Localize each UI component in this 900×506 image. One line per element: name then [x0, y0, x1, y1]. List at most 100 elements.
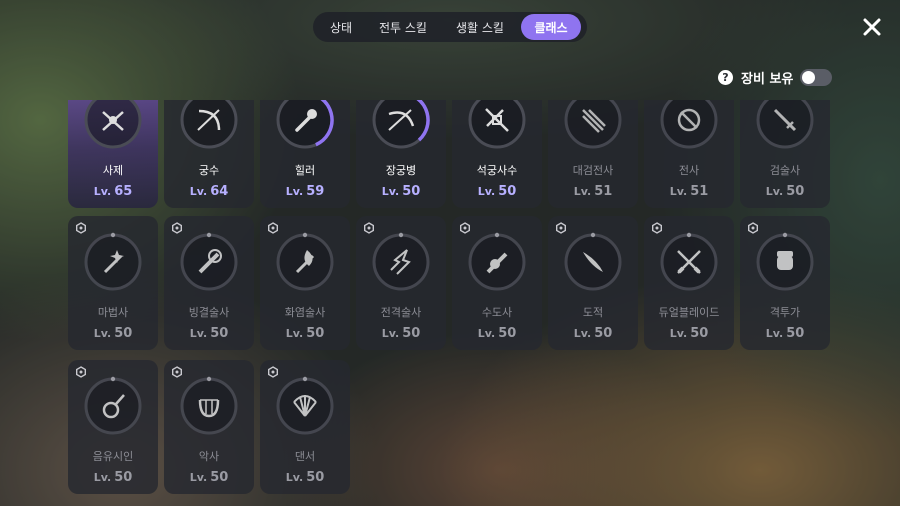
class-level: Lv. 50	[740, 326, 830, 341]
class-card[interactable]: 듀얼블레이드 Lv. 50	[644, 216, 734, 350]
class-level: Lv. 50	[260, 470, 350, 485]
class-name: 듀얼블레이드	[658, 306, 720, 319]
class-card[interactable]: 대검전사 Lv. 51	[548, 100, 638, 208]
class-card[interactable]: 궁수 Lv. 64	[164, 100, 254, 208]
class-level: Lv. 50	[452, 184, 542, 199]
class-name: 수도사	[481, 306, 513, 319]
class-name: 대검전사	[572, 164, 614, 177]
level-value: 50	[786, 184, 805, 199]
tab-life-skills[interactable]: 생활 스킬	[439, 14, 521, 40]
class-name: 댄서	[294, 450, 316, 463]
class-level: Lv. 50	[68, 470, 158, 485]
class-card[interactable]: 화염술사 Lv. 50	[260, 216, 350, 350]
class-name: 도적	[582, 306, 604, 319]
tab-bar: 상태 전투 스킬 생활 스킬 클래스	[313, 12, 587, 42]
fighter-icon	[756, 232, 814, 291]
level-value: 50	[498, 184, 517, 199]
level-prefix: Lv.	[477, 327, 496, 340]
class-card[interactable]: 수도사 Lv. 50	[452, 216, 542, 350]
ice-mage-icon	[180, 232, 238, 291]
class-name: 궁수	[198, 164, 220, 177]
class-card[interactable]: 음유시인 Lv. 50	[68, 360, 158, 494]
level-value: 50	[690, 326, 709, 341]
monk-icon	[468, 232, 526, 291]
class-card[interactable]: 격투가 Lv. 50	[740, 216, 830, 350]
level-prefix: Lv.	[93, 471, 112, 484]
class-level: Lv. 51	[548, 184, 638, 199]
tab-combat-skills[interactable]: 전투 스킬	[367, 14, 439, 40]
archer-icon	[180, 100, 238, 149]
class-card[interactable]: 도적 Lv. 50	[548, 216, 638, 350]
class-level: Lv. 59	[260, 184, 350, 199]
class-name: 석궁사수	[476, 164, 518, 177]
level-prefix: Lv.	[189, 327, 208, 340]
class-card[interactable]: 전사 Lv. 51	[644, 100, 734, 208]
level-prefix: Lv.	[765, 185, 784, 198]
warrior-icon	[660, 100, 718, 149]
equip-owned-label: 장비 보유	[741, 71, 794, 87]
level-prefix: Lv.	[285, 471, 304, 484]
class-name: 장궁병	[385, 164, 417, 177]
level-value: 64	[210, 184, 229, 199]
class-card[interactable]: 사제 Lv. 65	[68, 100, 158, 208]
level-value: 50	[210, 470, 229, 485]
level-prefix: Lv.	[669, 185, 688, 198]
fire-mage-icon	[276, 232, 334, 291]
class-level: Lv. 64	[164, 184, 254, 199]
lightning-mage-icon	[372, 232, 430, 291]
level-value: 51	[594, 184, 613, 199]
class-level: Lv. 50	[644, 326, 734, 341]
class-name: 빙결술사	[188, 306, 230, 319]
class-card[interactable]: 힐러 Lv. 59	[260, 100, 350, 208]
cleric-icon	[84, 100, 142, 149]
level-value: 51	[690, 184, 709, 199]
mage-icon	[84, 232, 142, 291]
equip-owned-toggle-row: ? 장비 보유	[718, 67, 833, 87]
class-level: Lv. 50	[356, 184, 446, 199]
tab-status[interactable]: 상태	[315, 14, 367, 40]
level-value: 50	[786, 326, 805, 341]
class-name: 전격술사	[380, 306, 422, 319]
level-prefix: Lv.	[93, 185, 112, 198]
level-value: 50	[306, 470, 325, 485]
level-prefix: Lv.	[285, 327, 304, 340]
class-name: 악사	[198, 450, 220, 463]
class-card[interactable]: 댄서 Lv. 50	[260, 360, 350, 494]
class-name: 음유시인	[92, 450, 134, 463]
switch-knob	[802, 70, 816, 84]
level-prefix: Lv.	[381, 327, 400, 340]
class-level: Lv. 50	[356, 326, 446, 341]
class-card[interactable]: 석궁사수 Lv. 50	[452, 100, 542, 208]
class-card[interactable]: 전격술사 Lv. 50	[356, 216, 446, 350]
level-prefix: Lv.	[669, 327, 688, 340]
level-value: 50	[306, 326, 325, 341]
class-card[interactable]: 검술사 Lv. 50	[740, 100, 830, 208]
level-value: 50	[594, 326, 613, 341]
help-icon[interactable]: ?	[718, 69, 733, 85]
tab-class[interactable]: 클래스	[521, 14, 581, 40]
class-name: 마법사	[97, 306, 129, 319]
class-card[interactable]: 장궁병 Lv. 50	[356, 100, 446, 208]
level-value: 50	[114, 326, 133, 341]
level-prefix: Lv.	[189, 185, 208, 198]
class-level: Lv. 65	[68, 184, 158, 199]
close-icon[interactable]	[860, 15, 884, 39]
level-value: 59	[306, 184, 325, 199]
class-card[interactable]: 마법사 Lv. 50	[68, 216, 158, 350]
class-card[interactable]: 빙결술사 Lv. 50	[164, 216, 254, 350]
swordsman-icon	[756, 100, 814, 149]
level-value: 50	[498, 326, 517, 341]
level-value: 65	[114, 184, 133, 199]
class-level: Lv. 51	[644, 184, 734, 199]
class-level: Lv. 50	[260, 326, 350, 341]
level-prefix: Lv.	[189, 471, 208, 484]
class-grid: 사제 Lv. 65 궁수 Lv. 64 힐러 Lv. 59 장궁병 Lv. 50 석궁사수 Lv. 50 대검…	[0, 100, 900, 506]
greatsword-warrior-icon	[564, 100, 622, 149]
class-card[interactable]: 악사 Lv. 50	[164, 360, 254, 494]
class-level: Lv. 50	[68, 326, 158, 341]
class-level: Lv. 50	[452, 326, 542, 341]
equip-owned-switch[interactable]	[800, 68, 833, 86]
class-level: Lv. 50	[164, 470, 254, 485]
level-prefix: Lv.	[381, 185, 400, 198]
level-prefix: Lv.	[285, 185, 304, 198]
